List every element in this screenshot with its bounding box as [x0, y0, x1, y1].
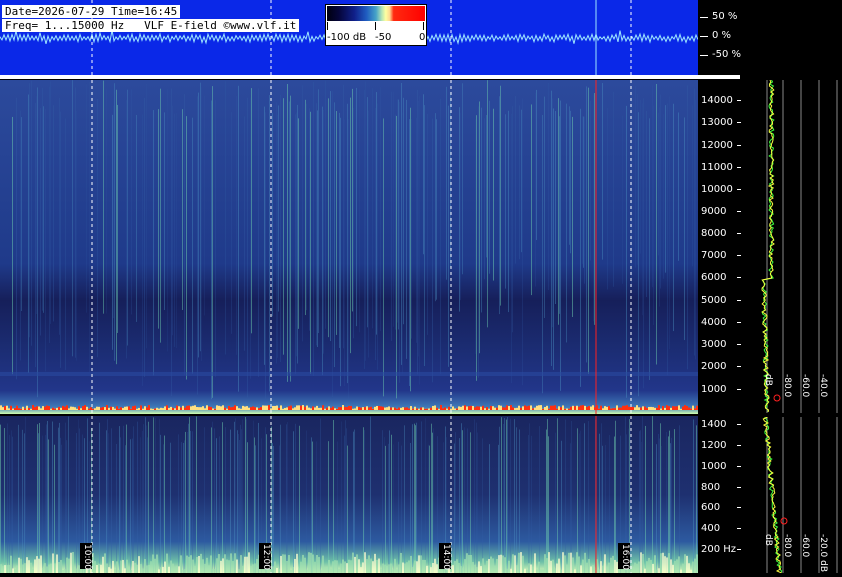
freq-label: 14000 [701, 95, 733, 106]
freq-tick [737, 145, 741, 146]
freq-label: 11000 [701, 162, 733, 173]
freq-label: 1400 [701, 419, 727, 430]
vlf-spectrogram-app: Date=2026-07-29 Time=16:45 Freq= 1...150… [0, 0, 842, 574]
freq-tick [737, 445, 741, 446]
spectrogram-upper [0, 80, 698, 414]
freq-tick [737, 211, 741, 212]
panel-separator [0, 75, 740, 79]
freq-label: 1000 [701, 461, 727, 472]
freq-label: 1200 [701, 440, 727, 451]
freq-tick [737, 528, 741, 529]
freq-label: 400 [701, 523, 721, 534]
freq-label: 6000 [701, 272, 727, 283]
percent-tick [700, 36, 708, 37]
freq-tick [737, 487, 741, 488]
freq-tick [737, 189, 741, 190]
freq-label: 2000 [701, 361, 727, 372]
colorbar-label-mid: -50 [375, 32, 392, 43]
freq-tick [737, 255, 741, 256]
freq-label: 9000 [701, 206, 727, 217]
freq-label: 1000 [701, 384, 727, 395]
freq-tick [737, 122, 741, 123]
freq-tick [737, 300, 741, 301]
freq-label: 13000 [701, 117, 733, 128]
freq-tick [737, 466, 741, 467]
db-label: -40.0 [818, 374, 828, 398]
db-label: -80.0 [782, 534, 792, 558]
freq-label: 12000 [701, 140, 733, 151]
spectrogram-lower-image [0, 416, 698, 573]
freq-label: 8000 [701, 228, 727, 239]
freq-label: 10000 [701, 184, 733, 195]
colorbar: -100 dB -50 0 [325, 4, 427, 46]
freq-tick [737, 389, 741, 390]
freq-label: 200 Hz [701, 544, 737, 555]
spectrogram-upper-image [0, 80, 698, 414]
colorbar-tick [375, 22, 376, 30]
percent-label-minus50: -50 % [712, 49, 742, 60]
time-label-16: 16:00 [618, 543, 630, 570]
db-label: -60.0 [800, 534, 810, 558]
freq-tick [737, 507, 741, 508]
freq-label: 3000 [701, 339, 727, 350]
colorbar-label-max: 0 [419, 32, 426, 43]
db-label: dB [763, 534, 773, 546]
colorbar-tick [423, 22, 424, 30]
freq-label: 5000 [701, 295, 727, 306]
time-label-14: 14:00 [439, 543, 451, 570]
freq-label: 4000 [701, 317, 727, 328]
percent-tick [700, 55, 708, 56]
freq-label: 600 [701, 502, 721, 513]
percent-label-50: 50 % [712, 11, 738, 22]
db-label: -60.0 [800, 374, 810, 398]
freq-tick [737, 233, 741, 234]
percent-label-0: 0 % [712, 30, 732, 41]
colorbar-gradient [327, 6, 425, 21]
freq-tick [737, 100, 741, 101]
spectrum-profile-lower: dB -80.0 -60.0 -20.0 dB [755, 416, 842, 574]
spectrogram-lower [0, 416, 698, 573]
freq-tick [737, 344, 741, 345]
freq-label: 7000 [701, 250, 727, 261]
freq-label: 800 [701, 482, 721, 493]
percent-tick [700, 17, 708, 18]
db-label: -80.0 [782, 374, 792, 398]
colorbar-tick [327, 22, 328, 30]
time-label-10: 10:00 [80, 543, 92, 570]
frequency-range-label: Freq= 1...15000 Hz VLF E-field ©www.vlf.… [2, 19, 300, 32]
freq-tick [737, 322, 741, 323]
time-label-12: 12:00 [259, 543, 271, 570]
freq-tick [737, 424, 741, 425]
spectrum-profile-upper: dB -80.0 -60.0 -40.0 [755, 79, 842, 413]
freq-tick [737, 277, 741, 278]
colorbar-label-min: -100 dB [327, 32, 367, 43]
date-time-label: Date=2026-07-29 Time=16:45 [2, 5, 181, 18]
freq-tick [737, 366, 741, 367]
freq-tick [737, 167, 741, 168]
spectrum-profile-upper-trace [761, 79, 838, 413]
spectrum-profile-lower-trace [762, 416, 838, 574]
db-label: -20.0 dB [818, 534, 828, 573]
freq-tick [737, 549, 741, 550]
db-label: dB [763, 374, 773, 386]
